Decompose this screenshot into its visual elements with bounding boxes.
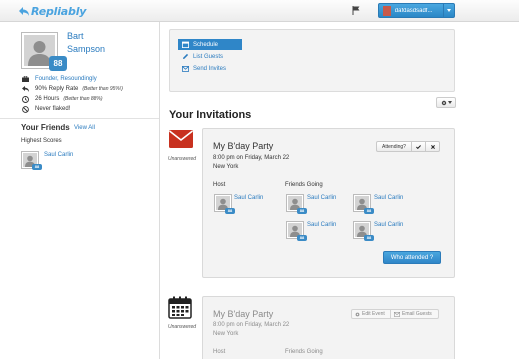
invitation-card: My B'day Party 8:00 pm on Friday, March … — [202, 296, 455, 359]
decline-button[interactable] — [426, 141, 440, 152]
event-time: 8:00 pm on Friday, March 22 — [213, 322, 290, 328]
invitations-title: Your Invitations — [169, 109, 252, 121]
ban-icon — [21, 105, 29, 113]
friend-going-score-badge: 88 — [364, 235, 374, 241]
stat-flaked: Never flaked! — [21, 104, 123, 114]
invitation-status: Unanswered — [168, 324, 197, 330]
pencil-icon — [183, 53, 189, 59]
send-invites-button[interactable]: Send Invites — [178, 63, 242, 74]
friends-view-all-link[interactable]: View All — [74, 125, 95, 131]
friend-going-name[interactable]: Saul Carlin — [374, 222, 403, 228]
username: dafdasdsadf... — [394, 7, 433, 14]
event-title[interactable]: My B'day Party — [213, 309, 273, 319]
host-label: Host — [213, 182, 226, 188]
attending-dropdown[interactable]: Attending? — [376, 141, 412, 152]
envelope-icon — [169, 130, 193, 148]
user-menu-caret[interactable] — [443, 4, 454, 17]
highest-scores-label: Highest Scores — [21, 138, 62, 144]
stat-response-time-sub: (Better than 88%) — [63, 96, 103, 102]
stat-reply-rate-sub: (Better than 95%!) — [82, 86, 123, 92]
top-bar: Repliably dafdasdsadf... — [0, 0, 519, 22]
accept-button[interactable] — [412, 141, 426, 152]
friend-score-badge: 88 — [32, 164, 42, 170]
user-avatar — [383, 5, 391, 16]
schedule-button[interactable]: Schedule — [178, 39, 242, 50]
profile-stats: Founder, Resoundingly 90% Reply Rate (Be… — [21, 74, 123, 114]
event-time: 8:00 pm on Friday, March 22 — [213, 155, 290, 161]
friends-title: Your Friends — [21, 123, 70, 132]
stat-occupation: Founder, Resoundingly — [21, 74, 123, 84]
friends-going-label: Friends Going — [285, 182, 323, 188]
reply-icon — [21, 86, 29, 92]
event-location: New York — [213, 164, 239, 170]
event-edit-button-group: Edit Event Email Guests — [351, 309, 439, 319]
friends-going-label: Friends Going — [285, 349, 323, 355]
stat-reply-rate: 90% Reply Rate (Better than 95%!) — [21, 84, 123, 94]
user-menu-button[interactable]: dafdasdsadf... — [378, 3, 455, 18]
flag-icon[interactable] — [352, 6, 360, 15]
calendar-icon — [168, 296, 192, 319]
friend-going-score-badge: 88 — [297, 208, 307, 214]
stat-flaked-text: Never flaked! — [35, 106, 71, 112]
stat-occupation-text[interactable]: Founder, Resoundingly — [35, 76, 97, 82]
chevron-down-icon — [447, 9, 452, 12]
schedule-label: Schedule — [193, 41, 219, 48]
friend-name[interactable]: Saul Carlin — [44, 152, 73, 158]
edit-event-button[interactable]: Edit Event — [351, 309, 391, 319]
stat-response-time-text: 26 Hours — [35, 96, 60, 102]
chevron-down-icon — [447, 101, 452, 104]
check-icon — [416, 144, 421, 149]
stat-reply-rate-text: 90% Reply Rate — [35, 86, 79, 92]
friend-going-name[interactable]: Saul Carlin — [307, 222, 336, 228]
clock-icon — [21, 95, 29, 103]
host-name[interactable]: Saul Carlin — [234, 195, 263, 201]
event-actions-panel: Schedule List Guests Send Invites — [169, 29, 455, 92]
host-label: Host — [213, 349, 226, 355]
envelope-icon — [394, 311, 400, 317]
invitation-status: Unanswered — [168, 156, 197, 162]
email-guests-button[interactable]: Email Guests — [391, 309, 439, 319]
reply-arrow-icon — [19, 6, 29, 16]
envelope-icon — [182, 65, 189, 72]
edit-event-label: Edit Event — [362, 311, 385, 317]
briefcase-icon — [21, 76, 29, 82]
host-score-badge: 88 — [225, 208, 235, 214]
calendar-icon — [182, 41, 189, 48]
list-guests-label: List Guests — [193, 53, 224, 60]
attending-button-group: Attending? — [376, 141, 440, 152]
list-guests-button[interactable]: List Guests — [178, 51, 242, 62]
email-guests-label: Email Guests — [402, 311, 432, 317]
profile-first-name[interactable]: Bart — [67, 31, 84, 41]
close-icon — [430, 144, 435, 149]
logo[interactable]: Repliably — [18, 4, 86, 18]
score-badge: 88 — [49, 56, 67, 71]
gear-icon — [441, 100, 446, 105]
friend-going-score-badge: 88 — [364, 208, 374, 214]
gear-icon — [355, 312, 360, 316]
friend-going-name[interactable]: Saul Carlin — [307, 195, 336, 201]
event-title[interactable]: My B'day Party — [213, 141, 273, 151]
settings-dropdown-button[interactable] — [436, 97, 456, 108]
stat-response-time: 26 Hours (Better than 88%) — [21, 94, 123, 104]
sidebar: 88 Bart Sampson Founder, Resoundingly 90… — [0, 22, 160, 359]
who-attended-button[interactable]: Who attended ? — [383, 251, 441, 264]
logo-text: Repliably — [31, 4, 87, 18]
sidebar-divider — [0, 118, 159, 119]
profile-last-name[interactable]: Sampson — [67, 44, 105, 54]
send-invites-label: Send Invites — [193, 65, 227, 72]
friend-going-name[interactable]: Saul Carlin — [374, 195, 403, 201]
event-location: New York — [213, 331, 239, 337]
friend-going-score-badge: 88 — [297, 235, 307, 241]
